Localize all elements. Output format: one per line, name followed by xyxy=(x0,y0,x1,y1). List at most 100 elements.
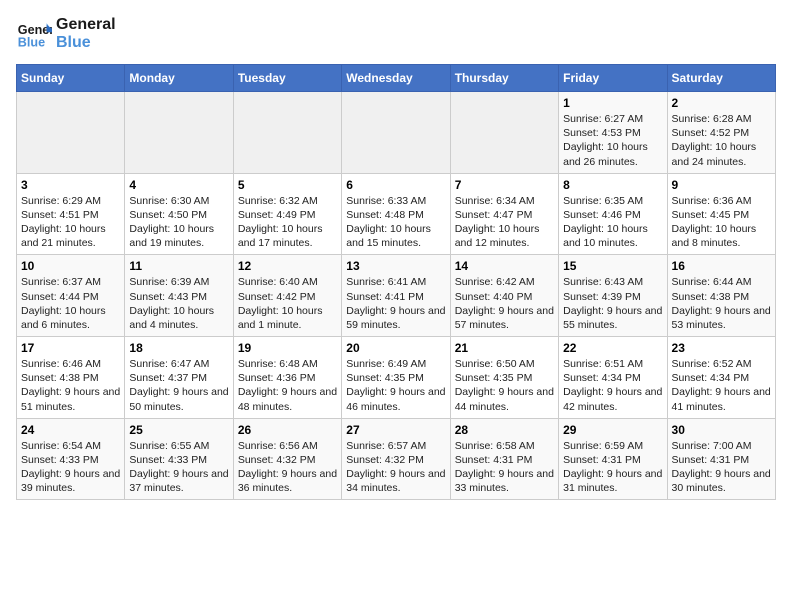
day-info: Sunrise: 6:48 AM Sunset: 4:36 PM Dayligh… xyxy=(238,357,337,414)
logo: General Blue General Blue xyxy=(16,16,116,52)
day-info: Sunrise: 6:49 AM Sunset: 4:35 PM Dayligh… xyxy=(346,357,445,414)
day-info: Sunrise: 6:39 AM Sunset: 4:43 PM Dayligh… xyxy=(129,275,228,332)
day-number: 8 xyxy=(563,178,662,192)
day-number: 12 xyxy=(238,259,337,273)
day-info: Sunrise: 6:30 AM Sunset: 4:50 PM Dayligh… xyxy=(129,194,228,251)
day-number: 11 xyxy=(129,259,228,273)
cell-w0-d5: 1 Sunrise: 6:27 AM Sunset: 4:53 PM Daylig… xyxy=(559,92,667,174)
cell-w4-d1: 25 Sunrise: 6:55 AM Sunset: 4:33 PM Dayli… xyxy=(125,418,233,500)
day-number: 4 xyxy=(129,178,228,192)
day-info: Sunrise: 6:57 AM Sunset: 4:32 PM Dayligh… xyxy=(346,439,445,496)
week-row-3: 17 Sunrise: 6:46 AM Sunset: 4:38 PM Dayli… xyxy=(17,337,776,419)
day-number: 29 xyxy=(563,423,662,437)
cell-w3-d4: 21 Sunrise: 6:50 AM Sunset: 4:35 PM Dayli… xyxy=(450,337,558,419)
day-number: 26 xyxy=(238,423,337,437)
logo-line2: Blue xyxy=(56,34,116,52)
cell-w0-d4 xyxy=(450,92,558,174)
cell-w4-d4: 28 Sunrise: 6:58 AM Sunset: 4:31 PM Dayli… xyxy=(450,418,558,500)
day-info: Sunrise: 6:59 AM Sunset: 4:31 PM Dayligh… xyxy=(563,439,662,496)
day-number: 1 xyxy=(563,96,662,110)
cell-w4-d5: 29 Sunrise: 6:59 AM Sunset: 4:31 PM Dayli… xyxy=(559,418,667,500)
cell-w0-d3 xyxy=(342,92,450,174)
logo-line1: General xyxy=(56,16,116,34)
cell-w3-d3: 20 Sunrise: 6:49 AM Sunset: 4:35 PM Dayli… xyxy=(342,337,450,419)
cell-w1-d0: 3Sunrise: 6:29 AM Sunset: 4:51 PM Daylig… xyxy=(17,173,125,255)
cell-w1-d6: 9Sunrise: 6:36 AM Sunset: 4:45 PM Daylig… xyxy=(667,173,775,255)
cell-w3-d1: 18Sunrise: 6:47 AM Sunset: 4:37 PM Dayli… xyxy=(125,337,233,419)
cell-w4-d2: 26 Sunrise: 6:56 AM Sunset: 4:32 PM Dayli… xyxy=(233,418,341,500)
day-number: 9 xyxy=(672,178,771,192)
cell-w3-d6: 23Sunrise: 6:52 AM Sunset: 4:34 PM Dayli… xyxy=(667,337,775,419)
day-info: Sunrise: 6:28 AM Sunset: 4:52 PM Dayligh… xyxy=(672,112,771,169)
day-info: Sunrise: 7:00 AM Sunset: 4:31 PM Dayligh… xyxy=(672,439,771,496)
cell-w4-d6: 30 Sunrise: 7:00 AM Sunset: 4:31 PM Dayli… xyxy=(667,418,775,500)
day-number: 19 xyxy=(238,341,337,355)
cell-w2-d4: 14 Sunrise: 6:42 AM Sunset: 4:40 PM Dayli… xyxy=(450,255,558,337)
week-row-0: 1 Sunrise: 6:27 AM Sunset: 4:53 PM Daylig… xyxy=(17,92,776,174)
day-info: Sunrise: 6:37 AM Sunset: 4:44 PM Dayligh… xyxy=(21,275,120,332)
cell-w1-d4: 7 Sunrise: 6:34 AM Sunset: 4:47 PM Daylig… xyxy=(450,173,558,255)
day-number: 14 xyxy=(455,259,554,273)
calendar-header: SundayMondayTuesdayWednesdayThursdayFrid… xyxy=(17,65,776,92)
header-sunday: Sunday xyxy=(17,65,125,92)
day-info: Sunrise: 6:46 AM Sunset: 4:38 PM Dayligh… xyxy=(21,357,120,414)
day-info: Sunrise: 6:43 AM Sunset: 4:39 PM Dayligh… xyxy=(563,275,662,332)
day-info: Sunrise: 6:40 AM Sunset: 4:42 PM Dayligh… xyxy=(238,275,337,332)
cell-w1-d5: 8 Sunrise: 6:35 AM Sunset: 4:46 PM Daylig… xyxy=(559,173,667,255)
cell-w1-d3: 6 Sunrise: 6:33 AM Sunset: 4:48 PM Daylig… xyxy=(342,173,450,255)
day-number: 25 xyxy=(129,423,228,437)
header-saturday: Saturday xyxy=(667,65,775,92)
day-info: Sunrise: 6:58 AM Sunset: 4:31 PM Dayligh… xyxy=(455,439,554,496)
cell-w3-d2: 19 Sunrise: 6:48 AM Sunset: 4:36 PM Dayli… xyxy=(233,337,341,419)
day-info: Sunrise: 6:35 AM Sunset: 4:46 PM Dayligh… xyxy=(563,194,662,251)
day-info: Sunrise: 6:55 AM Sunset: 4:33 PM Dayligh… xyxy=(129,439,228,496)
day-number: 15 xyxy=(563,259,662,273)
day-info: Sunrise: 6:51 AM Sunset: 4:34 PM Dayligh… xyxy=(563,357,662,414)
day-number: 2 xyxy=(672,96,771,110)
header-monday: Monday xyxy=(125,65,233,92)
cell-w2-d6: 16 Sunrise: 6:44 AM Sunset: 4:38 PM Dayli… xyxy=(667,255,775,337)
cell-w0-d2 xyxy=(233,92,341,174)
cell-w2-d2: 12 Sunrise: 6:40 AM Sunset: 4:42 PM Dayli… xyxy=(233,255,341,337)
week-row-2: 10Sunrise: 6:37 AM Sunset: 4:44 PM Dayli… xyxy=(17,255,776,337)
cell-w2-d5: 15 Sunrise: 6:43 AM Sunset: 4:39 PM Dayli… xyxy=(559,255,667,337)
day-info: Sunrise: 6:27 AM Sunset: 4:53 PM Dayligh… xyxy=(563,112,662,169)
day-number: 13 xyxy=(346,259,445,273)
day-number: 5 xyxy=(238,178,337,192)
cell-w0-d0 xyxy=(17,92,125,174)
header-wednesday: Wednesday xyxy=(342,65,450,92)
day-info: Sunrise: 6:50 AM Sunset: 4:35 PM Dayligh… xyxy=(455,357,554,414)
cell-w2-d0: 10Sunrise: 6:37 AM Sunset: 4:44 PM Dayli… xyxy=(17,255,125,337)
day-number: 21 xyxy=(455,341,554,355)
logo-icon: General Blue xyxy=(16,16,52,52)
day-number: 28 xyxy=(455,423,554,437)
day-number: 20 xyxy=(346,341,445,355)
day-number: 30 xyxy=(672,423,771,437)
day-number: 17 xyxy=(21,341,120,355)
day-number: 6 xyxy=(346,178,445,192)
day-info: Sunrise: 6:32 AM Sunset: 4:49 PM Dayligh… xyxy=(238,194,337,251)
header: General Blue General Blue xyxy=(16,16,776,52)
week-row-1: 3Sunrise: 6:29 AM Sunset: 4:51 PM Daylig… xyxy=(17,173,776,255)
header-tuesday: Tuesday xyxy=(233,65,341,92)
day-number: 23 xyxy=(672,341,771,355)
cell-w4-d3: 27Sunrise: 6:57 AM Sunset: 4:32 PM Dayli… xyxy=(342,418,450,500)
day-info: Sunrise: 6:44 AM Sunset: 4:38 PM Dayligh… xyxy=(672,275,771,332)
cell-w2-d3: 13 Sunrise: 6:41 AM Sunset: 4:41 PM Dayli… xyxy=(342,255,450,337)
cell-w2-d1: 11 Sunrise: 6:39 AM Sunset: 4:43 PM Dayli… xyxy=(125,255,233,337)
day-info: Sunrise: 6:42 AM Sunset: 4:40 PM Dayligh… xyxy=(455,275,554,332)
cell-w3-d5: 22Sunrise: 6:51 AM Sunset: 4:34 PM Dayli… xyxy=(559,337,667,419)
day-number: 3 xyxy=(21,178,120,192)
calendar-header-row: SundayMondayTuesdayWednesdayThursdayFrid… xyxy=(17,65,776,92)
cell-w3-d0: 17 Sunrise: 6:46 AM Sunset: 4:38 PM Dayli… xyxy=(17,337,125,419)
day-number: 16 xyxy=(672,259,771,273)
day-info: Sunrise: 6:41 AM Sunset: 4:41 PM Dayligh… xyxy=(346,275,445,332)
day-info: Sunrise: 6:33 AM Sunset: 4:48 PM Dayligh… xyxy=(346,194,445,251)
day-info: Sunrise: 6:34 AM Sunset: 4:47 PM Dayligh… xyxy=(455,194,554,251)
cell-w1-d2: 5 Sunrise: 6:32 AM Sunset: 4:49 PM Daylig… xyxy=(233,173,341,255)
svg-text:Blue: Blue xyxy=(18,36,45,50)
day-info: Sunrise: 6:56 AM Sunset: 4:32 PM Dayligh… xyxy=(238,439,337,496)
header-friday: Friday xyxy=(559,65,667,92)
day-number: 7 xyxy=(455,178,554,192)
day-info: Sunrise: 6:54 AM Sunset: 4:33 PM Dayligh… xyxy=(21,439,120,496)
